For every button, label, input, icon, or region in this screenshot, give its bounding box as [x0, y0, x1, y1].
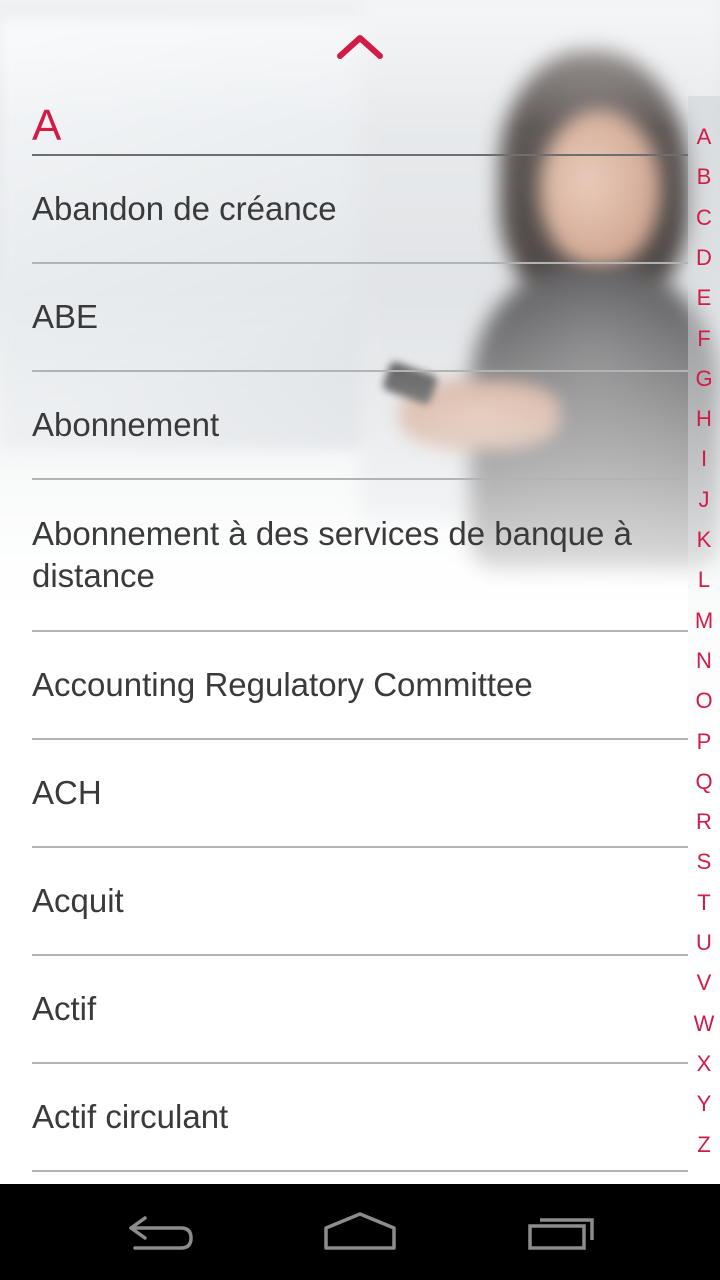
glossary-term-item[interactable]: Abonnement à des services de banque à di…: [32, 480, 688, 632]
alphabet-index-letter[interactable]: O: [688, 688, 720, 714]
glossary-term-item[interactable]: ABE: [32, 264, 688, 372]
alphabet-index[interactable]: ABCDEFGHIJKLMNOPQRSTUVWXYZ: [688, 96, 720, 1184]
alphabet-index-letter[interactable]: X: [688, 1051, 720, 1077]
glossary-term-label: Accounting Regulatory Committee: [32, 666, 533, 703]
alphabet-index-letter[interactable]: P: [688, 729, 720, 755]
alphabet-index-letter[interactable]: B: [688, 164, 720, 190]
alphabet-index-letter[interactable]: J: [688, 487, 720, 513]
system-navigation-bar: [0, 1184, 720, 1280]
glossary-term-item[interactable]: Accounting Regulatory Committee: [32, 632, 688, 740]
glossary-term-label: Abandon de créance: [32, 190, 337, 227]
glossary-term-item[interactable]: Actif circulant: [32, 1064, 688, 1172]
alphabet-index-letter[interactable]: G: [688, 366, 720, 392]
alphabet-index-letter[interactable]: E: [688, 285, 720, 311]
alphabet-index-letter[interactable]: D: [688, 245, 720, 271]
recent-apps-button[interactable]: [514, 1202, 610, 1262]
alphabet-index-letter[interactable]: F: [688, 326, 720, 352]
glossary-term-item[interactable]: Abonnement: [32, 372, 688, 480]
glossary-term-label: Actif: [32, 990, 97, 1027]
section-header-letter: A: [32, 101, 62, 150]
glossary-term-item[interactable]: ACH: [32, 740, 688, 848]
alphabet-index-letter[interactable]: V: [688, 970, 720, 996]
glossary-term-label: Abonnement: [32, 406, 220, 443]
glossary-term-item[interactable]: Actif: [32, 956, 688, 1064]
glossary-term-label: Abonnement à des services de banque à di…: [32, 515, 632, 594]
alphabet-index-letter[interactable]: W: [688, 1011, 720, 1037]
home-button[interactable]: [312, 1202, 408, 1262]
chevron-up-icon: [337, 35, 383, 59]
alphabet-index-letter[interactable]: Q: [688, 769, 720, 795]
recent-apps-icon: [528, 1218, 594, 1250]
glossary-term-label: Actif circulant: [32, 1098, 229, 1135]
alphabet-index-letter[interactable]: C: [688, 205, 720, 231]
alphabet-index-letter[interactable]: S: [688, 849, 720, 875]
glossary-term-list: Abandon de créance ABE Abonnement Abonnemen…: [32, 156, 688, 1172]
glossary-term-item[interactable]: Abandon de créance: [32, 156, 688, 264]
glossary-term-item[interactable]: Acquit: [32, 848, 688, 956]
alphabet-index-letter[interactable]: U: [688, 930, 720, 956]
alphabet-index-letter[interactable]: M: [688, 608, 720, 634]
back-arrow-icon: [129, 1216, 193, 1250]
alphabet-index-letter[interactable]: H: [688, 406, 720, 432]
alphabet-index-letter[interactable]: A: [688, 124, 720, 150]
home-icon: [324, 1212, 396, 1250]
glossary-term-label: ACH: [32, 774, 102, 811]
glossary-term-label: ABE: [32, 298, 99, 335]
alphabet-index-letter[interactable]: T: [688, 890, 720, 916]
glossary-screen: A Abandon de créance ABE Abonnement Abonnem…: [0, 0, 720, 1280]
glossary-term-label: Acquit: [32, 882, 124, 919]
alphabet-index-letter[interactable]: K: [688, 527, 720, 553]
alphabet-index-letter[interactable]: N: [688, 648, 720, 674]
alphabet-index-letter[interactable]: Z: [688, 1132, 720, 1158]
alphabet-index-letter[interactable]: I: [688, 446, 720, 472]
alphabet-index-letter[interactable]: L: [688, 567, 720, 593]
alphabet-index-letter[interactable]: R: [688, 809, 720, 835]
back-button[interactable]: [112, 1202, 208, 1262]
collapse-button[interactable]: [336, 30, 384, 62]
alphabet-index-letter[interactable]: Y: [688, 1091, 720, 1117]
